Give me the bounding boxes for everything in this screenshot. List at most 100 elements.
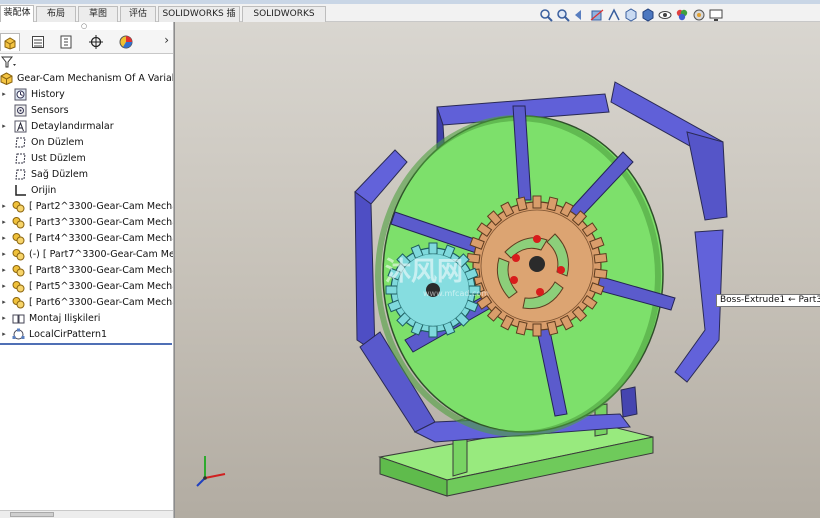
coordinate-triad — [196, 456, 226, 487]
assembly-model[interactable]: 沐风网 www.mfcad.com — [175, 22, 820, 518]
watermark-sub-text: www.mfcad.com — [423, 289, 489, 298]
tree-root-label: Gear-Cam Mechanism Of A Variable-I — [17, 72, 173, 84]
tab-sketch[interactable]: 草图 — [78, 6, 118, 22]
plane-icon — [14, 136, 27, 149]
sensors-icon — [14, 104, 27, 117]
tree-item-label: Montaj İlişkileri — [29, 312, 101, 324]
history-icon — [14, 88, 27, 101]
tree-item-mates[interactable]: ▸ Montaj İlişkileri — [0, 310, 173, 326]
expand-arrow-icon[interactable]: ▸ — [0, 298, 8, 306]
section-view-icon[interactable] — [589, 7, 604, 22]
zoom-to-fit-icon[interactable] — [538, 7, 553, 22]
scrollbar-thumb[interactable] — [10, 512, 54, 517]
tree-item-label: [ Part3^3300-Gear-Cam Mechanis — [29, 216, 173, 228]
tree-item-part7[interactable]: ▸ (-) [ Part7^3300-Gear-Cam Mecha — [0, 246, 173, 262]
dimxpert-icon[interactable] — [86, 33, 106, 51]
tree-item-part4[interactable]: ▸ [ Part4^3300-Gear-Cam Mechanis — [0, 230, 173, 246]
tree-item-label: Üst Düzlem — [31, 152, 86, 164]
part-icon — [12, 296, 25, 309]
expand-arrow-icon[interactable]: ▸ — [0, 218, 8, 226]
configurationmanager-icon[interactable] — [56, 33, 76, 51]
display-style-icon[interactable] — [640, 7, 655, 22]
panel-grip-icon[interactable]: ○ — [81, 22, 87, 30]
tree-item-label: (-) [ Part7^3300-Gear-Cam Mecha — [29, 248, 173, 260]
selection-tooltip: Boss-Extrude1 ← Part3^ — [716, 294, 820, 307]
gear-tooth — [385, 285, 398, 295]
tree-item-origin[interactable]: Orijin — [0, 182, 173, 198]
expand-arrow-icon[interactable]: ▸ — [0, 234, 8, 242]
tab-solidworks-addins[interactable]: SOLIDWORKS 插件 — [158, 6, 240, 33]
plane-icon — [14, 168, 27, 181]
tree-item-label: Sensors — [31, 104, 69, 116]
tree-item-label: Orijin — [31, 184, 57, 196]
tree-item-annotations[interactable]: ▸ Detaylandırmalar — [0, 118, 173, 134]
panel-tabs: › — [0, 30, 173, 54]
assembly-icon — [0, 71, 13, 85]
tree-item-part3[interactable]: ▸ [ Part3^3300-Gear-Cam Mechanis — [0, 214, 173, 230]
expand-arrow-icon[interactable]: ▸ — [0, 122, 8, 130]
hide-show-items-icon[interactable] — [657, 7, 672, 22]
tree-item-label: Detaylandırmalar — [31, 120, 114, 132]
tree-item-label: [ Part8^3300-Gear-Cam Mechanis — [29, 264, 173, 276]
origin-icon — [14, 184, 27, 197]
expand-arrow-icon[interactable]: ▸ — [0, 202, 8, 210]
tree-item-part8[interactable]: ▸ [ Part8^3300-Gear-Cam Mechanis — [0, 262, 173, 278]
gear-tooth — [428, 325, 438, 338]
tree-item-part5[interactable]: ▸ [ Part5^3300-Gear-Cam Mechanis — [0, 278, 173, 294]
displaymanager-icon[interactable] — [116, 33, 136, 51]
dynamic-annotation-icon[interactable] — [606, 7, 621, 22]
gear-tooth — [466, 253, 481, 264]
tree-item-part6[interactable]: ▸ [ Part6^3300-Gear-Cam Mechanis — [0, 294, 173, 310]
large-gear[interactable] — [466, 195, 608, 337]
tree-item-front-plane[interactable]: Ön Düzlem — [0, 134, 173, 150]
expand-arrow-icon[interactable]: ▸ — [0, 330, 8, 338]
tree-filter-row — [0, 54, 173, 70]
zoom-to-area-icon[interactable] — [555, 7, 570, 22]
apply-scene-icon[interactable] — [691, 7, 706, 22]
gear-tooth — [428, 242, 438, 255]
tree-item-right-plane[interactable]: Sağ Düzlem — [0, 166, 173, 182]
part-icon — [12, 280, 25, 293]
tab-evaluate[interactable]: 评估 — [120, 6, 156, 22]
view-settings-icon[interactable] — [708, 7, 723, 22]
tree-item-history[interactable]: ▸ History — [0, 86, 173, 102]
rollback-bar[interactable] — [0, 343, 172, 345]
graphics-viewport[interactable]: 沐风网 www.mfcad.com — [175, 22, 820, 518]
tab-assembly[interactable]: 装配体 — [0, 5, 34, 22]
gear-tooth — [532, 323, 542, 337]
tree-item-part2[interactable]: ▸ [ Part2^3300-Gear-Cam Mechanis — [0, 198, 173, 214]
tree-item-label: LocalCirPattern1 — [29, 328, 108, 340]
part-icon — [12, 216, 25, 229]
panel-horizontal-scrollbar[interactable] — [0, 510, 173, 518]
expand-arrow-icon[interactable]: ▸ — [0, 314, 8, 322]
tree-item-label: [ Part5^3300-Gear-Cam Mechanis — [29, 280, 173, 292]
gear-tooth — [532, 195, 542, 209]
tree-item-localcirpattern1[interactable]: ▸ LocalCirPattern1 — [0, 326, 173, 342]
expand-arrow-icon[interactable]: ▸ — [0, 266, 8, 274]
propertymanager-icon[interactable] — [28, 33, 48, 51]
part-icon — [12, 264, 25, 277]
collapse-panel-chevron-icon[interactable]: › — [164, 33, 169, 47]
view-orientation-icon[interactable] — [623, 7, 638, 22]
tree-item-label: History — [31, 88, 65, 100]
tree-item-label: [ Part4^3300-Gear-Cam Mechanis — [29, 232, 173, 244]
edit-appearance-icon[interactable] — [674, 7, 689, 22]
featuremanager-icon[interactable] — [0, 33, 20, 51]
feature-tree: Gear-Cam Mechanism Of A Variable-I ▸ His… — [0, 70, 173, 345]
tree-item-label: [ Part2^3300-Gear-Cam Mechanis — [29, 200, 173, 212]
tab-layout[interactable]: 布局 — [36, 6, 76, 22]
previous-view-icon[interactable] — [572, 7, 587, 22]
expand-arrow-icon[interactable]: ▸ — [0, 90, 8, 98]
featuremanager-panel: ○ › Gear-Cam Mechanism Of A Variable-I — [0, 22, 174, 518]
tree-root-assembly[interactable]: Gear-Cam Mechanism Of A Variable-I — [0, 70, 173, 86]
tree-item-top-plane[interactable]: Üst Düzlem — [0, 150, 173, 166]
tree-item-label: [ Part6^3300-Gear-Cam Mechanis — [29, 296, 173, 308]
tree-item-label: Sağ Düzlem — [31, 168, 88, 180]
tree-item-sensors[interactable]: Sensors — [0, 102, 173, 118]
gear-tooth — [593, 268, 608, 279]
tab-solidworks-mbd[interactable]: SOLIDWORKS MBD — [242, 6, 326, 33]
tree-item-label: Ön Düzlem — [31, 136, 84, 148]
expand-arrow-icon[interactable]: ▸ — [0, 250, 8, 258]
part-icon — [12, 200, 25, 213]
expand-arrow-icon[interactable]: ▸ — [0, 282, 8, 290]
